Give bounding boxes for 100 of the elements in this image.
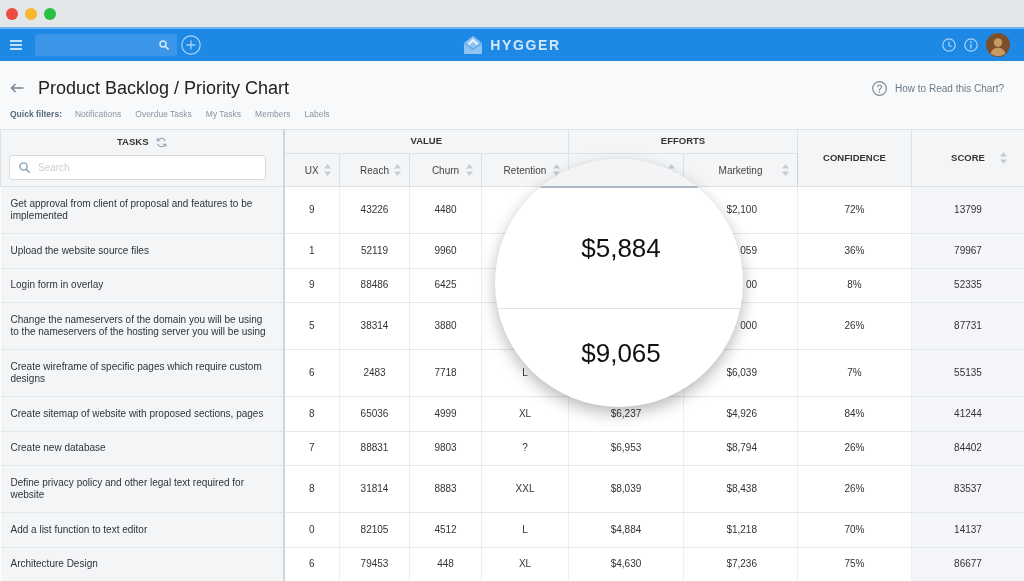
window-minimize-icon[interactable]: [25, 7, 37, 20]
table-cell: 0: [283, 512, 340, 547]
task-cell[interactable]: Create wireframe of specific pages which require custom designs: [0, 349, 284, 397]
table-cell: 43226: [339, 186, 410, 234]
table-cell: 7718: [409, 349, 482, 397]
table-cell: 70%: [797, 512, 912, 547]
table-cell: 86677: [911, 547, 1024, 581]
sort-icon[interactable]: [324, 164, 331, 176]
table-cell: $8,039: [568, 465, 684, 513]
column-header[interactable]: Reach: [339, 153, 410, 187]
table-cell: 9: [283, 186, 340, 234]
table-cell: XL: [481, 547, 569, 581]
table-cell: 8%: [797, 268, 912, 303]
column-header: CONFIDENCE: [797, 129, 912, 187]
table-cell: 6: [283, 349, 340, 397]
column-group-header: VALUE: [283, 129, 569, 154]
table-cell: 7%: [797, 349, 912, 397]
table-cell: $6,953: [568, 431, 684, 466]
task-cell[interactable]: Create sitemap of website with proposed sections, pages: [0, 396, 284, 431]
task-cell[interactable]: Create new database: [0, 431, 284, 466]
table-cell: 9803: [409, 431, 482, 466]
table-cell: 79967: [911, 233, 1024, 268]
table-cell: 75%: [797, 547, 912, 581]
task-cell[interactable]: Login form in overlay: [0, 268, 284, 303]
table-cell: ?: [481, 431, 569, 466]
table-cell: 3880: [409, 302, 482, 350]
table-cell: 14137: [911, 512, 1024, 547]
table-cell: XXL: [481, 465, 569, 513]
task-cell[interactable]: Upload the website source files: [0, 233, 284, 268]
refresh-icon[interactable]: [155, 136, 167, 148]
table-cell: 6425: [409, 268, 482, 303]
table-cell: L: [481, 512, 569, 547]
table-cell: 26%: [797, 465, 912, 513]
table-cell: 88486: [339, 268, 410, 303]
table-cell: $8,438: [683, 465, 798, 513]
table-cell: 38314: [339, 302, 410, 350]
table-cell: 9960: [409, 233, 482, 268]
search-icon[interactable]: [159, 40, 169, 50]
window-maximize-icon[interactable]: [44, 7, 56, 20]
column-group-header: EFFORTS: [568, 129, 798, 154]
magnified-value: $9,065: [581, 338, 661, 368]
sort-icon[interactable]: [466, 164, 473, 176]
back-arrow-icon[interactable]: [10, 83, 24, 93]
table-cell: 88831: [339, 431, 410, 466]
magnified-value: $5,884: [581, 233, 661, 263]
table-cell: 41244: [911, 396, 1024, 431]
logo-icon: [463, 35, 484, 55]
sort-icon[interactable]: [553, 164, 560, 176]
task-cell[interactable]: Get approval from client of proposal and features to be implemented: [0, 186, 284, 234]
task-cell[interactable]: Architecture Design: [0, 547, 284, 581]
sort-icon[interactable]: [1000, 152, 1007, 164]
column-header[interactable]: SCORE: [911, 129, 1024, 187]
table-cell: 79453: [339, 547, 410, 581]
table-cell: 8: [283, 465, 340, 513]
table-cell: 13799: [911, 186, 1024, 234]
table-cell: 448: [409, 547, 482, 581]
task-cell[interactable]: Define privacy policy and other legal text required for website: [0, 465, 284, 513]
table-cell: $4,630: [568, 547, 684, 581]
table-cell: 6: [283, 547, 340, 581]
column-header[interactable]: Churn: [409, 153, 482, 187]
search-field[interactable]: [35, 34, 177, 56]
clock-icon[interactable]: [942, 38, 956, 52]
table-cell: 31814: [339, 465, 410, 513]
table-cell: 2483: [339, 349, 410, 397]
table-cell: 5: [283, 302, 340, 350]
info-icon[interactable]: [964, 38, 978, 52]
table-cell: 52335: [911, 268, 1024, 303]
table-cell: 87731: [911, 302, 1024, 350]
table-cell: $1,218: [683, 512, 798, 547]
table-cell: $7,236: [683, 547, 798, 581]
table-cell: 72%: [797, 186, 912, 234]
table-cell: 26%: [797, 431, 912, 466]
table-cell: 1: [283, 233, 340, 268]
filter-label: Quick filters:: [10, 108, 62, 120]
avatar-icon[interactable]: [986, 33, 1010, 57]
table-cell: 4999: [409, 396, 482, 431]
window-close-icon[interactable]: [6, 7, 18, 20]
table-cell: 4480: [409, 186, 482, 234]
menu-icon[interactable]: [10, 40, 22, 50]
sort-icon[interactable]: [782, 164, 789, 176]
search-icon: [19, 162, 30, 173]
task-cell[interactable]: Add a list function to text editor: [0, 512, 284, 547]
help-link[interactable]: How to Read this Chart?: [895, 80, 1004, 96]
table-cell: 7: [283, 431, 340, 466]
add-icon[interactable]: [181, 35, 201, 55]
table-cell: 36%: [797, 233, 912, 268]
table-cell: 26%: [797, 302, 912, 350]
column-title: TASKS: [117, 134, 149, 149]
table-cell: 52119: [339, 233, 410, 268]
help-icon[interactable]: [872, 80, 888, 96]
table-cell: 83537: [911, 465, 1024, 513]
table-cell: 9: [283, 268, 340, 303]
task-cell[interactable]: Change the nameservers of the domain you will be using to the nameservers of the hosting server you will be using: [0, 302, 284, 350]
table-cell: 65036: [339, 396, 410, 431]
table-cell: 84402: [911, 431, 1024, 466]
sort-icon[interactable]: [394, 164, 401, 176]
column-header[interactable]: Marketing: [683, 153, 798, 187]
table-cell: 82105: [339, 512, 410, 547]
column-header[interactable]: UX: [283, 153, 340, 187]
table-cell: 8883: [409, 465, 482, 513]
